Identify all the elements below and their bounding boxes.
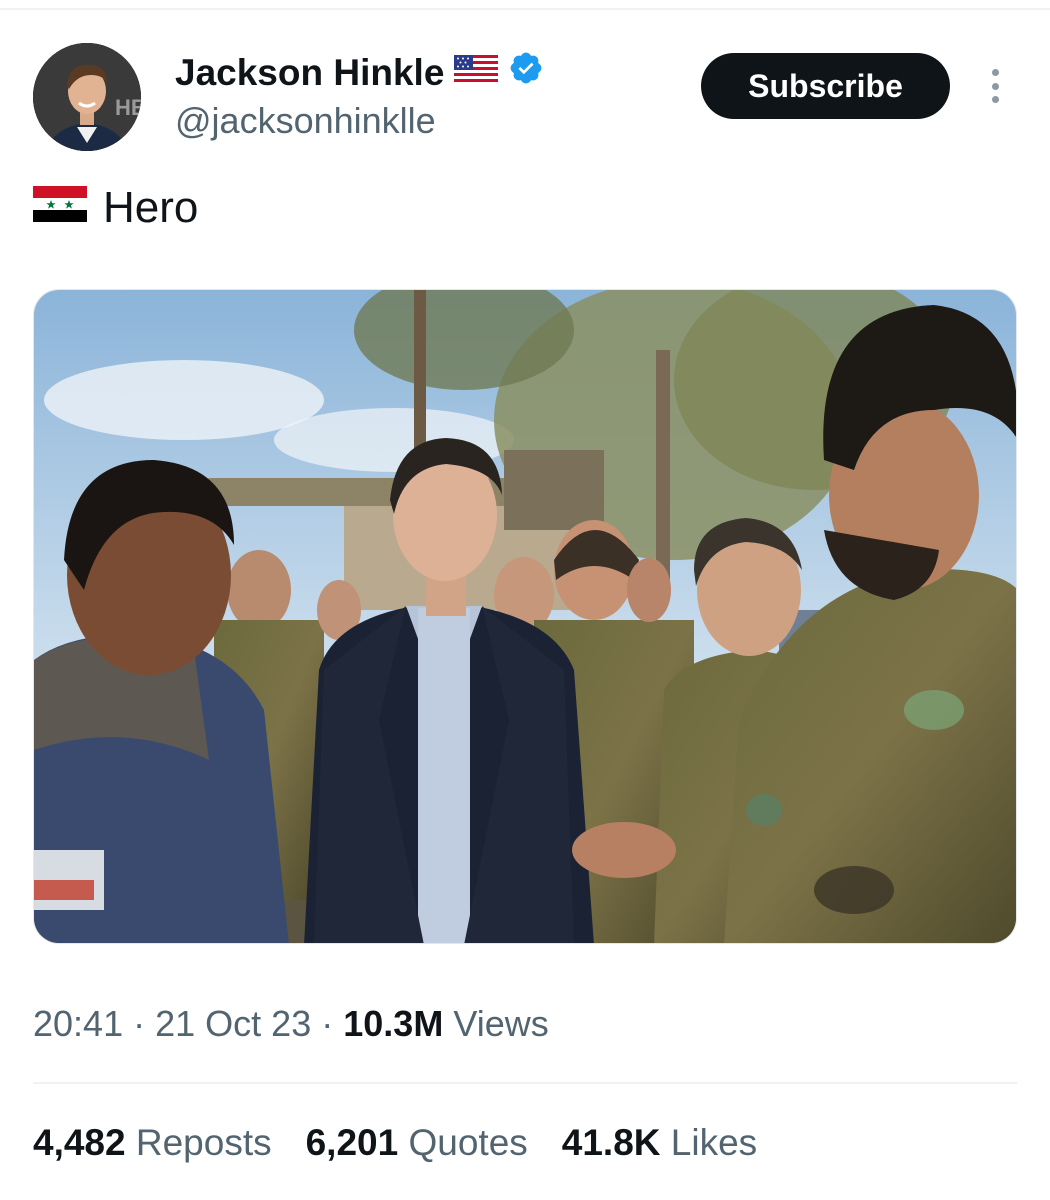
avatar-badge-text: HB <box>115 95 141 120</box>
quotes-label: Quotes <box>408 1122 528 1163</box>
more-dot <box>991 82 999 90</box>
engagement-stats: 4,482 Reposts 6,201 Quotes 41.8K Likes <box>33 1122 757 1164</box>
avatar-image: HB <box>33 43 141 151</box>
us-flag-icon <box>454 52 499 94</box>
more-dot <box>991 96 999 103</box>
views-label: Views <box>453 1003 549 1044</box>
meta-separator: · <box>133 1003 146 1044</box>
author-handle[interactable]: @jacksonhinklle <box>175 100 436 142</box>
top-divider <box>0 8 1050 10</box>
tweet-time[interactable]: 20:41 <box>33 1003 123 1044</box>
tweet-meta: 20:41 · 21 Oct 23 · 10.3M Views <box>33 1003 549 1045</box>
more-vertical-icon[interactable] <box>983 66 1007 106</box>
likes-label: Likes <box>670 1122 758 1163</box>
views-count: 10.3M <box>343 1003 444 1044</box>
likes-count: 41.8K <box>561 1122 661 1163</box>
author-display-name[interactable]: Jackson Hinkle <box>175 52 444 94</box>
tweet-photo[interactable] <box>33 289 1017 944</box>
reposts-count: 4,482 <box>33 1122 126 1163</box>
tweet-text: Hero <box>33 183 198 233</box>
stats-divider <box>33 1082 1017 1084</box>
quotes-count: 6,201 <box>305 1122 399 1163</box>
syria-flag-icon <box>33 183 87 233</box>
avatar[interactable]: HB <box>33 43 141 151</box>
reposts-stat[interactable]: 4,482 Reposts <box>33 1122 272 1164</box>
tweet-date[interactable]: 21 Oct 23 <box>155 1003 311 1044</box>
more-dot <box>991 69 999 76</box>
photo-scene <box>34 290 1016 943</box>
verified-badge-icon[interactable] <box>508 50 544 95</box>
meta-separator: · <box>321 1003 334 1044</box>
quotes-stat[interactable]: 6,201 Quotes <box>306 1122 528 1164</box>
author-name-row[interactable]: Jackson Hinkle <box>175 50 544 95</box>
subscribe-button[interactable]: Subscribe <box>701 53 950 119</box>
reposts-label: Reposts <box>135 1122 272 1163</box>
tweet-body-text: Hero <box>103 183 199 232</box>
likes-stat[interactable]: 41.8K Likes <box>562 1122 757 1164</box>
